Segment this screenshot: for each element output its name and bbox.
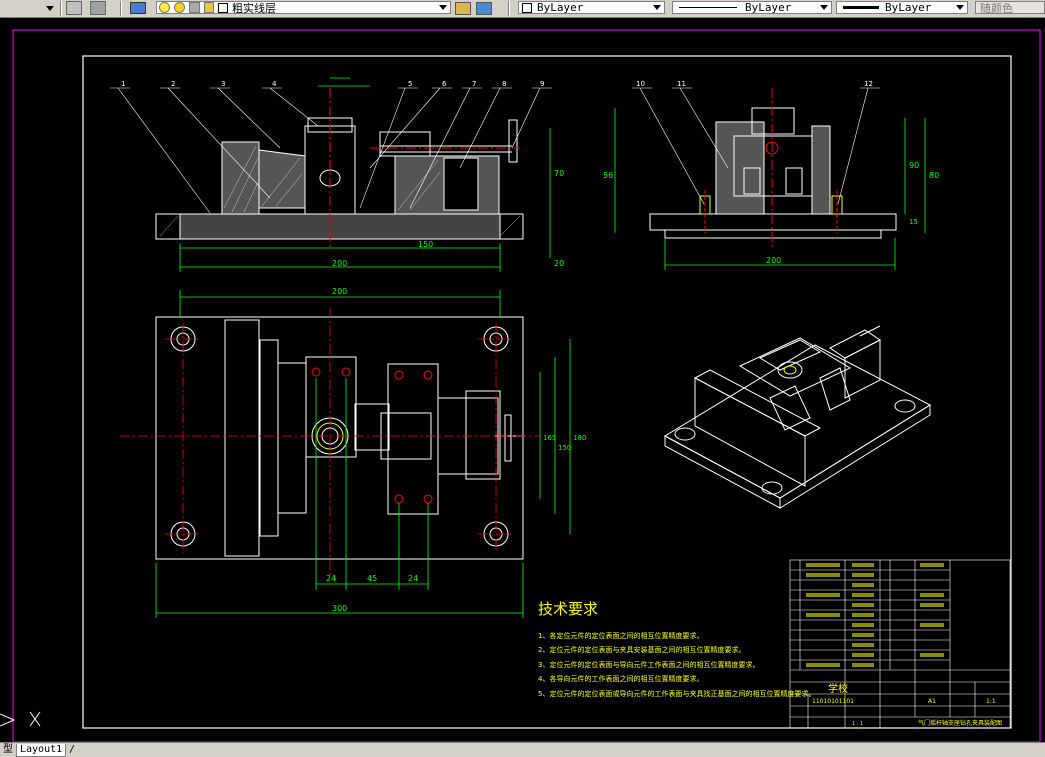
title-code1: 11010101101 <box>812 698 854 705</box>
chevron-down-icon[interactable] <box>820 5 828 10</box>
balloon-9: 9 <box>540 80 544 88</box>
balloon-3: 3 <box>221 80 225 88</box>
dim-front-height: 70 <box>554 169 564 178</box>
title-drawing-name: 气门摇杆轴支座钻孔夹具装配图 <box>918 719 1002 727</box>
lock-icon[interactable] <box>204 2 214 13</box>
balloon-1: 1 <box>121 80 125 88</box>
front-view <box>155 88 524 248</box>
title-sheet: A1 <box>928 698 936 705</box>
tech-requirements-title: 技术要求 <box>538 600 598 618</box>
title-school: 学校 <box>828 682 848 695</box>
chevron-down-icon[interactable] <box>653 5 661 10</box>
layout-tabs: 型 Layout1 / <box>0 742 1045 757</box>
separator <box>60 1 62 16</box>
layer-dropdown-arrow[interactable] <box>46 1 54 15</box>
make-layer-current-icon[interactable] <box>455 1 471 15</box>
sun-icon[interactable] <box>174 2 185 13</box>
tech-item-4: 4、各导向元件的工作表面之间的相互位置精度要求。 <box>538 674 703 683</box>
tech-item-5: 5、定位元件的定位表面或导向元件的工作表面与夹具找正基面之间的相互位置精度要求。 <box>538 689 815 698</box>
tech-item-3: 3、定位元件的定位表面与导向元件工作表面之间的相互位置精度要求。 <box>538 660 759 669</box>
tab-separator: / <box>69 744 76 755</box>
top-view-centerlines <box>120 308 540 578</box>
layer-previous-icon-2[interactable] <box>476 1 492 15</box>
properties-toolbar: 粗实线层 ByLayer ByLayer ByLayer 随颜色 <box>0 0 1045 18</box>
chevron-down-icon[interactable] <box>956 5 964 10</box>
color-label: ByLayer <box>537 1 584 14</box>
side-view-dimensions <box>614 108 926 270</box>
dim-top-24a: 24 <box>326 574 336 583</box>
title-code2: 1 : 1 <box>852 721 863 727</box>
side-view <box>649 88 897 248</box>
front-balloon-labels: 1 2 3 4 5 6 7 8 9 <box>121 80 544 88</box>
chevron-down-icon[interactable] <box>439 5 447 10</box>
lightbulb-icon[interactable] <box>159 2 170 13</box>
dim-top-45: 45 <box>367 574 377 583</box>
color-swatch <box>522 2 532 13</box>
dim-side-height: 90 <box>909 161 919 170</box>
balloon-10: 10 <box>636 80 645 88</box>
tab-model[interactable]: 型 <box>0 744 16 756</box>
color-control-dropdown[interactable]: ByLayer <box>518 1 665 14</box>
balloon-8: 8 <box>502 80 506 88</box>
linetype-control-dropdown[interactable]: ByLayer <box>672 1 832 14</box>
dim-top-bottom: 300 <box>332 604 347 613</box>
dim-side-height3: 15 <box>909 218 918 226</box>
plotstyle-control: 随颜色 <box>975 1 1045 15</box>
dim-side-height2: 80 <box>929 171 939 180</box>
lineweight-sample <box>843 6 879 9</box>
plotstyle-label: 随颜色 <box>980 1 1013 15</box>
layer-name: 粗实线层 <box>232 1 276 15</box>
dim-top-width: 200 <box>332 287 347 296</box>
tech-item-1: 1、各定位元件的定位表面之间的相互位置精度要求。 <box>538 631 703 640</box>
layer-dropdown[interactable]: 粗实线层 <box>156 1 451 15</box>
linetype-sample <box>679 7 737 8</box>
lineweight-label: ByLayer <box>885 1 932 14</box>
linetype-label: ByLayer <box>745 1 792 14</box>
dim-front-height2: 20 <box>554 259 564 268</box>
balloon-7: 7 <box>472 80 476 88</box>
layer-states-icon[interactable] <box>130 1 146 15</box>
layer-manager-icon[interactable] <box>66 1 82 15</box>
layer-previous-icon[interactable] <box>90 1 106 15</box>
bom-text <box>806 563 944 667</box>
dim-front-inner: 150 <box>418 240 433 249</box>
dim-top-24b: 24 <box>408 574 418 583</box>
dim-top-h3: 180 <box>573 434 586 442</box>
layout-frame <box>12 29 1041 742</box>
top-view <box>155 316 525 560</box>
balloon-12: 12 <box>864 80 873 88</box>
tab-layout1[interactable]: Layout1 <box>16 744 67 757</box>
separator <box>120 1 122 16</box>
tech-requirements-list: 1、各定位元件的定位表面之间的相互位置精度要求。 2、定位元件的定位表面与夹具安… <box>538 631 815 698</box>
balloon-5: 5 <box>408 80 412 88</box>
title-scale: 1:1 <box>986 698 996 705</box>
balloon-2: 2 <box>171 80 175 88</box>
dim-side-width: 200 <box>766 256 781 265</box>
layer-color-swatch <box>218 2 228 13</box>
balloon-11: 11 <box>677 80 686 88</box>
tech-item-2: 2、定位元件的定位表面与夹具安装基面之间的相互位置精度要求。 <box>538 645 745 654</box>
drawing-canvas[interactable]: 200 150 70 20 1 2 3 4 5 6 7 8 9 200 90 8… <box>0 18 1045 742</box>
isometric-view <box>663 325 932 509</box>
dim-front-base: 200 <box>332 259 347 268</box>
freeze-viewport-icon[interactable] <box>189 2 200 13</box>
ucs-icon <box>0 711 41 727</box>
dim-top-h2: 150 <box>558 444 571 452</box>
dim-top-h1: 165 <box>543 434 556 442</box>
balloon-4: 4 <box>272 80 277 88</box>
balloon-6: 6 <box>442 80 447 88</box>
lineweight-control-dropdown[interactable]: ByLayer <box>836 1 968 14</box>
separator <box>508 1 510 16</box>
dim-side-left: 56 <box>603 171 613 180</box>
